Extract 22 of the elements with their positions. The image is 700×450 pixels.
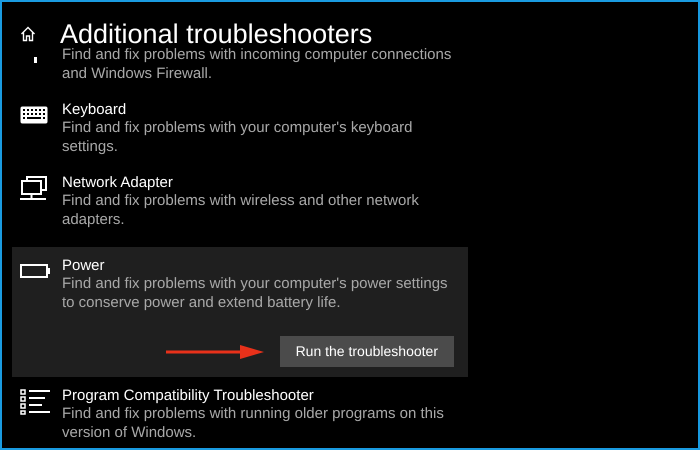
troubleshooter-item[interactable]: Find and fix problems with incoming computer connections and Windows Firewall. xyxy=(12,46,468,101)
troubleshooter-description: Find and fix problems with incoming computer connections and Windows Firewall. xyxy=(62,46,452,83)
home-icon[interactable] xyxy=(20,26,36,42)
network-icon xyxy=(20,176,48,202)
run-troubleshooter-button[interactable]: Run the troubleshooter xyxy=(280,336,454,367)
page-title: Additional troubleshooters xyxy=(60,18,372,49)
troubleshooter-description: Find and fix problems with your computer's power settings to conserve power and extend battery life. xyxy=(62,275,449,312)
troubleshooter-description: Find and fix problems with running older programs on this version of Windows. xyxy=(62,405,445,442)
troubleshooter-item[interactable]: Network Adapter Find and fix problems with wireless and other network adapters. xyxy=(12,174,468,247)
troubleshooter-title[interactable]: Program Compatibility Troubleshooter xyxy=(62,387,454,405)
troubleshooter-panel[interactable]: Power Find and fix problems with your computer's power settings to conserve power and extend battery life. Run the troubleshooter xyxy=(12,247,468,377)
troubleshooter-title[interactable]: Keyboard xyxy=(62,101,454,119)
partial-icon xyxy=(34,56,37,63)
troubleshooter-description: Find and fix problems with your computer's keyboard settings. xyxy=(62,119,414,156)
troubleshooter-item[interactable]: Keyboard Find and fix problems with your computer's keyboard settings. xyxy=(12,101,468,174)
troubleshooter-title[interactable]: Network Adapter xyxy=(62,174,454,192)
list-icon xyxy=(20,389,50,415)
troubleshooter-description: Find and fix problems with wireless and other network adapters. xyxy=(62,192,420,229)
troubleshooter-title: Power xyxy=(62,257,106,275)
battery-icon xyxy=(20,264,50,278)
troubleshooter-item[interactable]: Program Compatibility Troubleshooter Find and fix problems with running older programs on this version of Windows. xyxy=(12,387,468,448)
keyboard-icon xyxy=(20,106,48,124)
